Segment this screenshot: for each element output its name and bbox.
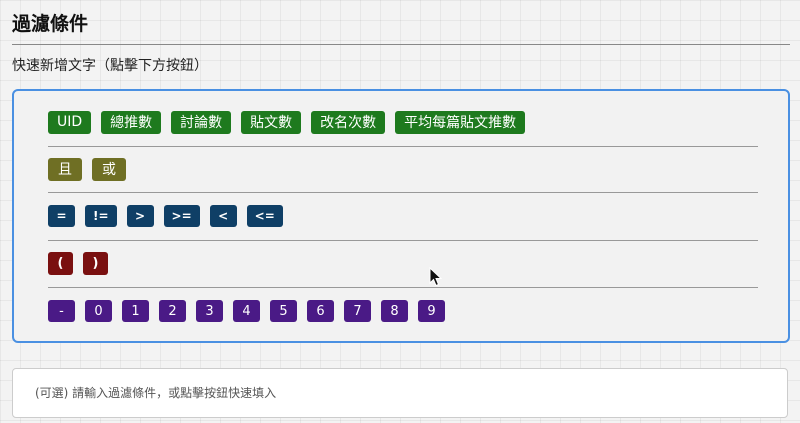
- number-button[interactable]: 6: [307, 300, 334, 322]
- field-buttons-row: UID 總推數 討論數 貼文數 改名次數 平均每篇貼文推數: [48, 110, 758, 134]
- filter-input-container: [12, 368, 788, 418]
- operator-button[interactable]: =: [48, 205, 75, 227]
- quick-add-panel: UID 總推數 討論數 貼文數 改名次數 平均每篇貼文推數 且或 = != > >= < <= ()…: [12, 89, 790, 343]
- number-button[interactable]: 5: [270, 300, 297, 322]
- logic-buttons-row: 且或: [48, 157, 758, 181]
- logic-button[interactable]: 或: [92, 157, 126, 181]
- filter-input[interactable]: [33, 385, 787, 401]
- row-divider: [48, 240, 758, 241]
- operator-buttons-row: = != > >= < <=: [48, 204, 758, 228]
- field-button[interactable]: 改名次數: [311, 110, 386, 134]
- quick-add-hint: 快速新增文字（點擊下方按鈕）: [12, 58, 208, 74]
- number-button[interactable]: 8: [381, 300, 408, 322]
- paren-button[interactable]: ): [83, 251, 108, 275]
- row-divider: [48, 146, 758, 147]
- number-button[interactable]: 3: [196, 300, 223, 322]
- field-button[interactable]: 貼文數: [241, 110, 302, 134]
- field-button[interactable]: 平均每篇貼文推數: [395, 110, 526, 134]
- logic-button[interactable]: 且: [48, 157, 82, 181]
- number-button[interactable]: 7: [344, 300, 371, 322]
- row-divider: [48, 192, 758, 193]
- paren-button[interactable]: (: [48, 251, 73, 275]
- operator-button[interactable]: >=: [163, 205, 200, 227]
- field-button[interactable]: 總推數: [101, 110, 162, 134]
- operator-button[interactable]: <: [209, 205, 237, 227]
- mouse-cursor-icon: [429, 267, 443, 287]
- operator-button[interactable]: <=: [246, 205, 283, 227]
- page-title: 過濾條件: [12, 13, 89, 35]
- operator-button[interactable]: !=: [85, 205, 117, 227]
- number-button[interactable]: 0: [85, 300, 112, 322]
- number-button[interactable]: 4: [233, 300, 260, 322]
- row-divider: [48, 287, 758, 288]
- title-divider: [12, 44, 790, 45]
- number-button[interactable]: -: [48, 300, 75, 322]
- paren-buttons-row: (): [48, 251, 758, 275]
- number-buttons-row: -0123456789: [48, 299, 758, 323]
- number-button[interactable]: 2: [159, 300, 186, 322]
- field-button[interactable]: 討論數: [171, 110, 232, 134]
- operator-button[interactable]: >: [126, 205, 154, 227]
- number-button[interactable]: 1: [122, 300, 149, 322]
- field-button[interactable]: UID: [48, 110, 92, 134]
- number-button[interactable]: 9: [418, 300, 445, 322]
